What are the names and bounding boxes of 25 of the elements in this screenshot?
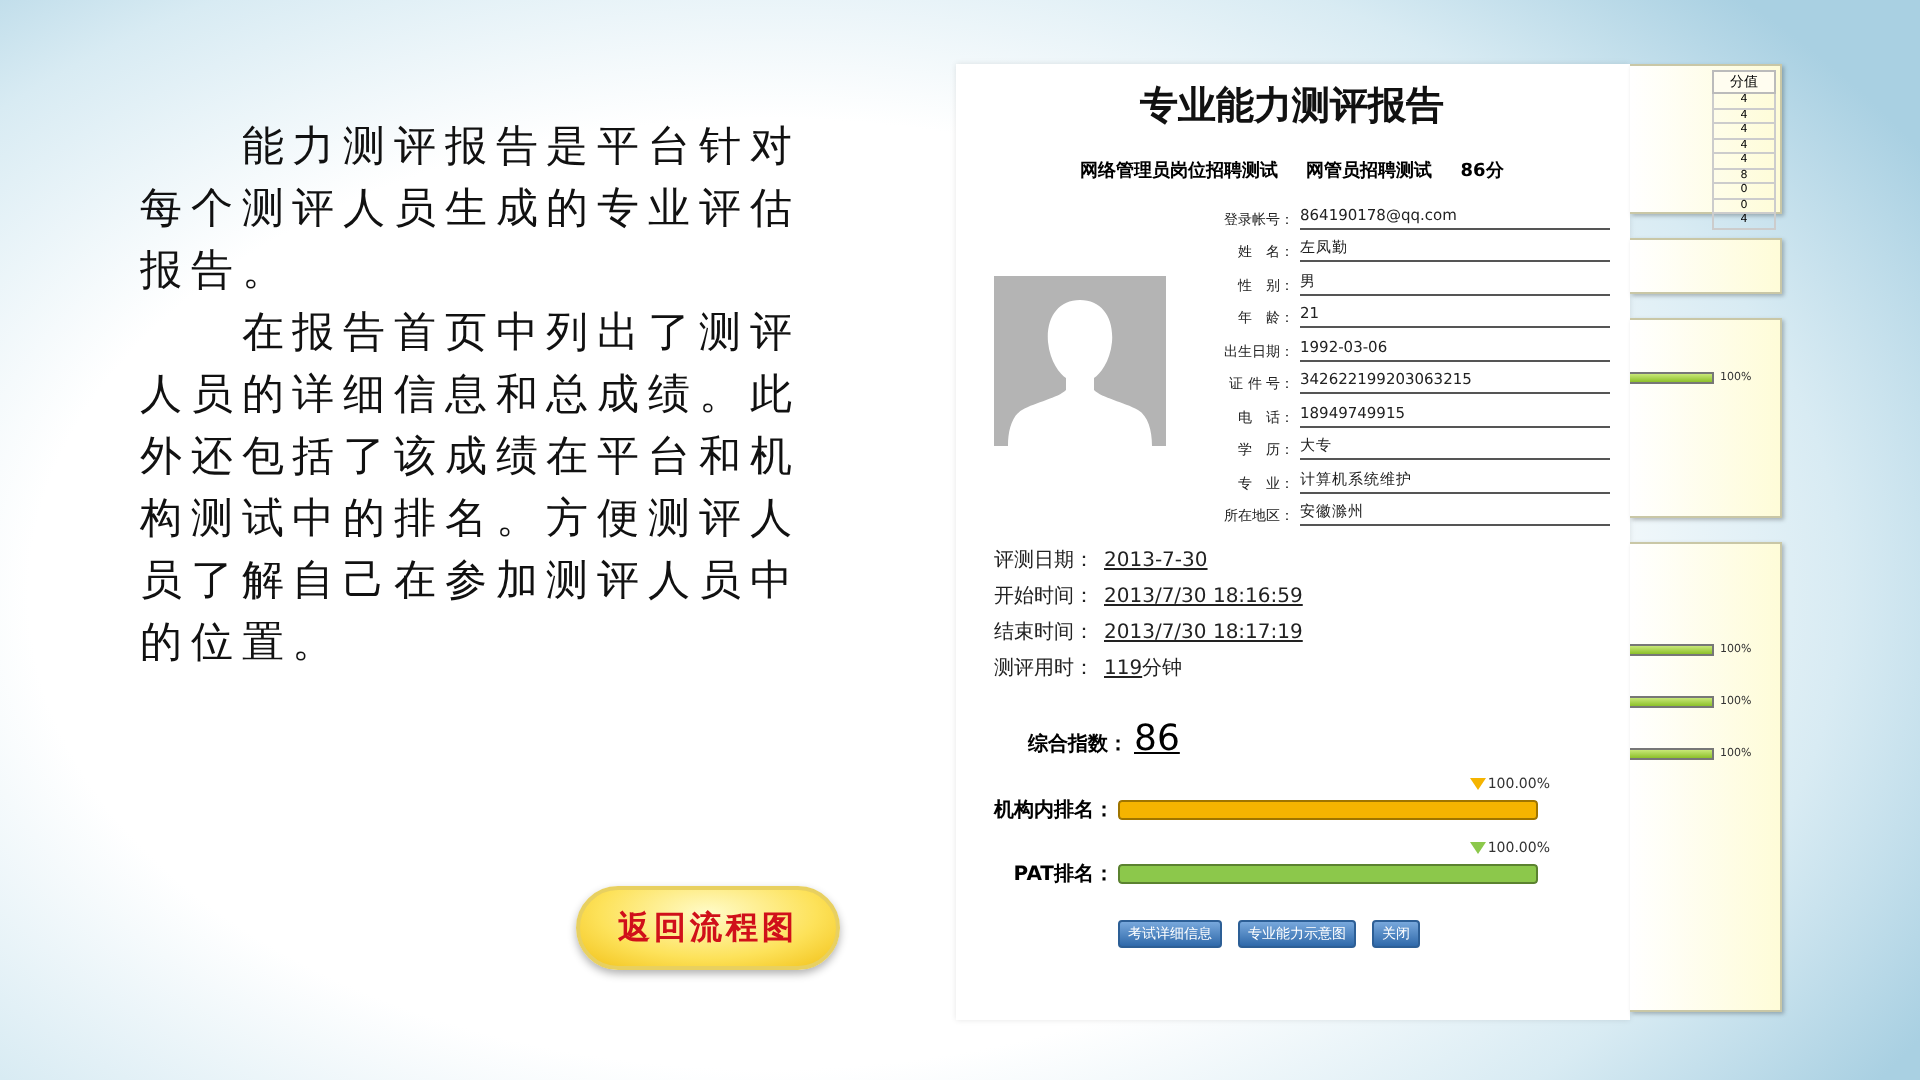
report-title: 专业能力测评报告 [1138,82,1446,132]
bar-drawing [1630,644,1714,656]
bar-drawing [1630,372,1714,384]
time-value: 2013-7-30 [1104,550,1208,572]
ranking-label: PAT排名： [1011,861,1114,888]
time-value: 119 [1104,658,1143,680]
bar-drawing [1630,696,1714,708]
time-value: 2013/7/30 18:16:59 [1104,586,1303,608]
body-paragraph: 在报告首页中列出了测评人员的详细信息和总成绩。此外还包括了该成绩在平台和机构测试中的排名。方便测评人员了解自己在参加测评人员中的位置。 [140,306,803,670]
time-label: 开始时间： [994,583,1096,610]
index-label: 综合指数： [1026,731,1128,758]
unit-label: 分钟 [1142,655,1183,682]
time-label: 评测日期： [994,547,1096,574]
back-button[interactable]: 返回流程图 [576,886,840,970]
report-subtitle: 86分 [1460,159,1504,184]
ranking-label: 机构内排名： [994,797,1114,824]
index-value: 86 [1134,718,1180,760]
report-subtitle: 网络管理员岗位招聘测试 [1080,158,1279,184]
avatar-placeholder-icon [994,276,1166,446]
time-label: 结束时间： [994,619,1096,646]
bar-drawing [1630,748,1714,760]
time-value: 2013/7/30 18:17:19 [1104,622,1303,644]
time-label: 测评用时： [994,655,1096,682]
report-subtitle: 网管员招聘测试 [1306,158,1433,184]
body-paragraph: 能力测评报告是平台针对每个测评人员生成的专业评估报告。 [140,120,803,298]
